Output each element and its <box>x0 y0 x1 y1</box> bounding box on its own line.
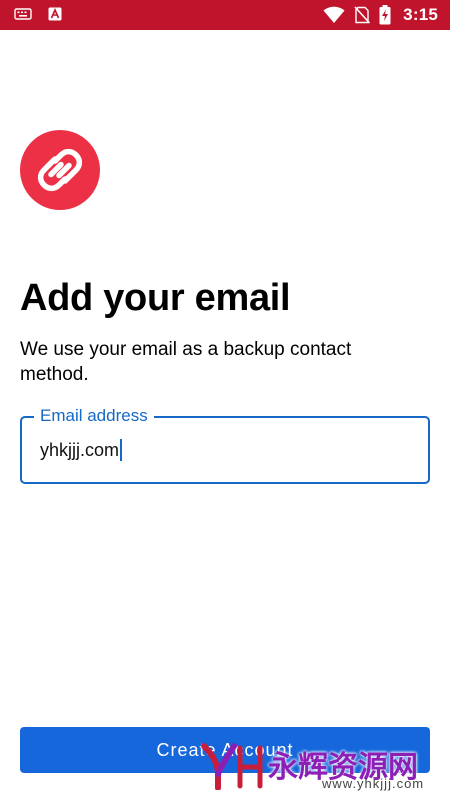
create-account-button[interactable]: Create Account <box>20 727 430 773</box>
battery-charging-icon <box>379 5 391 25</box>
text-cursor <box>120 439 123 461</box>
no-sim-icon <box>353 6 371 24</box>
watermark-url: www.yhkjjj.com <box>322 776 425 791</box>
create-account-button-label: Create Account <box>156 739 294 760</box>
status-left-icons <box>14 7 62 21</box>
email-input-value: yhkjjj.com <box>40 439 120 460</box>
status-time: 3:15 <box>403 5 438 24</box>
status-right-icons: 3:15 <box>323 0 438 30</box>
status-bar: 3:15 <box>0 0 450 30</box>
keyboard-icon <box>14 7 32 21</box>
wifi-icon <box>323 6 345 24</box>
page-title: Add your email <box>20 277 291 319</box>
page-description: We use your email as a backup contact me… <box>20 339 352 385</box>
email-field-label: Email address <box>34 405 154 427</box>
app-notification-icon <box>48 7 62 21</box>
email-field[interactable]: Email address yhkjjj.com <box>20 405 430 484</box>
email-input[interactable]: yhkjjj.com <box>40 439 123 461</box>
authy-logo-icon <box>20 130 100 210</box>
